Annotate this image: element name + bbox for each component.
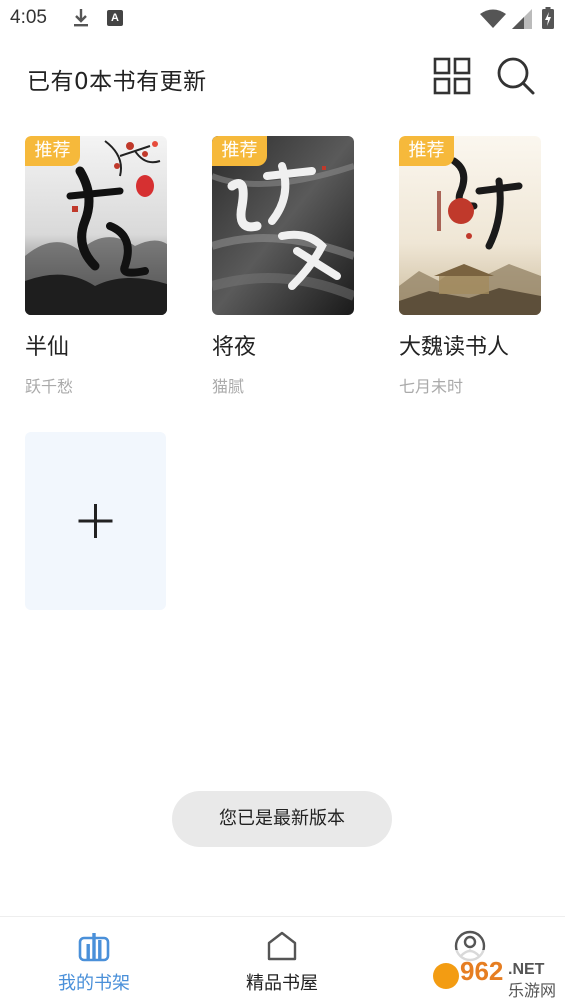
- page-title: 已有0本书有更新: [27, 69, 207, 95]
- watermark-number: 962: [460, 956, 503, 986]
- status-time: 4:05: [10, 7, 47, 28]
- book-author: 猫腻: [212, 377, 245, 396]
- search-icon: [497, 57, 535, 95]
- watermark-logo: 962 .NET 乐游网: [433, 956, 556, 1000]
- nav-item-bookshelf[interactable]: 我的书架: [24, 917, 164, 1004]
- bookshelf-icon: [78, 933, 110, 962]
- book-cover[interactable]: 推荐: [25, 136, 167, 315]
- nav-item-bookstore[interactable]: 精品书屋: [212, 917, 352, 1004]
- book-title: 大魏读书人: [399, 335, 510, 360]
- header: 已有0本书有更新: [0, 40, 565, 112]
- home-icon: [267, 931, 297, 961]
- watermark-name: 乐游网: [508, 981, 556, 1000]
- book-author: 跃千愁: [25, 377, 74, 396]
- toast-message: 您已是最新版本: [172, 791, 392, 847]
- book-title: 将夜: [212, 335, 257, 360]
- watermark-domain: .NET: [508, 961, 545, 978]
- battery-icon: [542, 7, 554, 29]
- book-item-banxian[interactable]: 推荐 半仙 跃千愁: [25, 136, 167, 397]
- nav-label: 精品书屋: [246, 973, 318, 994]
- recommend-badge: 推荐: [212, 136, 267, 166]
- nav-label: 我的书架: [58, 973, 130, 994]
- status-bar: 4:05 A: [0, 0, 565, 38]
- book-author: 七月未时: [399, 377, 464, 396]
- download-icon: [74, 9, 88, 27]
- book-item-daweidushuren[interactable]: 推荐 大魏读书人 七月未时: [399, 136, 541, 397]
- watermark: 962 .NET 乐游网: [428, 950, 565, 1002]
- font-app-icon: A: [107, 10, 123, 26]
- wifi-icon: [480, 9, 506, 28]
- book-item-jiangye[interactable]: 推荐 将夜 猫腻: [212, 136, 354, 397]
- search-button[interactable]: [494, 54, 536, 96]
- add-book-button[interactable]: [25, 432, 166, 610]
- plus-icon: [78, 504, 113, 538]
- grid-view-icon: [433, 57, 471, 95]
- book-cover[interactable]: 推荐: [212, 136, 354, 315]
- signal-icon: [512, 9, 532, 29]
- grid-view-button[interactable]: [432, 56, 472, 96]
- recommend-badge: 推荐: [25, 136, 80, 166]
- recommend-badge: 推荐: [399, 136, 454, 166]
- book-title: 半仙: [25, 335, 70, 360]
- book-cover[interactable]: 推荐: [399, 136, 541, 315]
